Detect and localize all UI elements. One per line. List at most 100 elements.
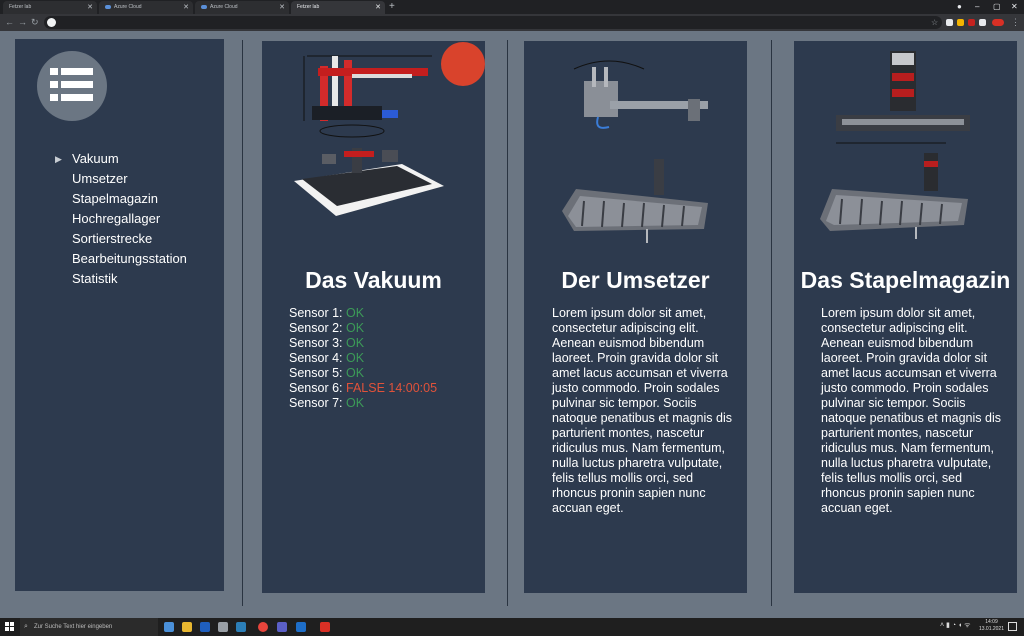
status-indicator-circle[interactable] (441, 42, 485, 86)
extension-icon[interactable] (957, 19, 964, 26)
search-icon: ⌕ (24, 623, 28, 630)
sidebar: ▶ Vakuum Umsetzer Stapelmagazin Hochrega… (15, 39, 224, 591)
sidebar-item-bearbeitungsstation[interactable]: Bearbeitungsstation (72, 249, 187, 269)
extension-icon[interactable] (979, 19, 986, 26)
clock[interactable]: 14:09 13.01.2021 (979, 619, 1004, 633)
sensor-status: OK (346, 396, 365, 410)
triangle-right-icon: ▶ (55, 154, 62, 164)
list-menu-icon[interactable] (37, 51, 107, 121)
sidebar-item-label: Statistik (72, 271, 118, 286)
close-window-button[interactable]: ✕ (1011, 0, 1018, 14)
app-icon[interactable] (296, 622, 306, 632)
menu-icon-part (50, 68, 58, 75)
store-icon[interactable] (218, 622, 228, 632)
transfer-unit-image (554, 51, 719, 251)
sidebar-item-umsetzer[interactable]: Umsetzer (72, 169, 187, 189)
sensor-row: Sensor 5: OK (289, 366, 469, 381)
close-icon[interactable]: ✕ (87, 1, 93, 14)
cloud-icon (105, 4, 111, 9)
sidebar-nav: ▶ Vakuum Umsetzer Stapelmagazin Hochrega… (55, 149, 187, 289)
sidebar-item-label: Umsetzer (72, 171, 128, 186)
sensor-label: Sensor 3: (289, 336, 343, 350)
sidebar-item-sortierstrecke[interactable]: Sortierstrecke (72, 229, 187, 249)
minimize-button[interactable]: – (975, 0, 979, 14)
os-taskbar: ⌕ Zur Suche Text hier eingeben ˄ ▮ ◔ ◖ ᯤ… (0, 618, 1024, 636)
sidebar-item-stapelmagazin[interactable]: Stapelmagazin (72, 189, 187, 209)
card-description: Lorem ipsum dolor sit amet, consectetur … (821, 306, 1001, 515)
extension-icon[interactable] (946, 19, 953, 26)
sensor-list: Sensor 1: OK Sensor 2: OK Sensor 3: OK S… (289, 306, 469, 411)
card-title: Das Vakuum (305, 267, 442, 293)
extension-icon[interactable] (968, 19, 975, 26)
column-divider (242, 40, 243, 606)
taskbar-search-input[interactable]: ⌕ Zur Suche Text hier eingeben (20, 618, 158, 636)
column-divider (771, 40, 772, 606)
sensor-label: Sensor 1: (289, 306, 343, 320)
clock-time: 14:09 (985, 619, 998, 625)
menu-icon-part (61, 81, 93, 88)
site-info-icon[interactable] (47, 18, 56, 27)
tab-label: Azure Cloud (114, 4, 142, 10)
close-icon[interactable]: ✕ (279, 1, 285, 14)
sensor-status: OK (346, 321, 365, 335)
sensor-label: Sensor 4: (289, 351, 343, 365)
reload-icon[interactable]: ↻ (31, 16, 39, 29)
task-view-icon[interactable] (164, 622, 174, 632)
card-vakuum: Das Vakuum Sensor 1: OK Sensor 2: OK Sen… (262, 41, 485, 593)
sidebar-item-vakuum[interactable]: ▶ Vakuum (55, 149, 187, 169)
menu-icon-part (61, 68, 93, 75)
sidebar-item-label: Vakuum (72, 151, 119, 166)
browser-tab[interactable]: Azure Cloud ✕ (99, 1, 193, 14)
sensor-label: Sensor 2: (289, 321, 343, 335)
sensor-status: OK (346, 336, 365, 350)
menu-icon-part (61, 94, 93, 101)
menu-icon-part (50, 81, 58, 88)
stacking-magazine-image (816, 49, 981, 249)
new-tab-button[interactable]: + (389, 0, 395, 14)
sidebar-item-statistik[interactable]: Statistik (72, 269, 187, 289)
sensor-row: Sensor 6: FALSE 14:00:05 (289, 381, 469, 396)
card-title: Der Umsetzer (561, 267, 710, 293)
chrome-icon[interactable] (258, 622, 268, 632)
file-explorer-icon[interactable] (182, 622, 192, 632)
address-bar[interactable] (44, 16, 942, 29)
sensor-row: Sensor 7: OK (289, 396, 469, 411)
maximize-button[interactable]: ▢ (993, 0, 1001, 14)
sensor-status: OK (346, 306, 365, 320)
windows-start-icon[interactable] (5, 622, 14, 631)
sidebar-item-hochregallager[interactable]: Hochregallager (72, 209, 187, 229)
teams-icon[interactable] (277, 622, 287, 632)
menu-icon-part (50, 94, 58, 101)
bookmark-star-icon[interactable]: ☆ (931, 16, 938, 29)
system-tray-icons[interactable]: ˄ ▮ ◔ ◖ ᯤ (940, 621, 971, 630)
vpn-app-icon[interactable] (200, 622, 210, 632)
sensor-row: Sensor 3: OK (289, 336, 469, 351)
browser-tab[interactable]: Fetzer lab ✕ (3, 1, 97, 14)
browser-tab-active[interactable]: Fetzer lab ✕ (291, 1, 385, 14)
sensor-row: Sensor 2: OK (289, 321, 469, 336)
tab-label: Fetzer lab (9, 4, 32, 10)
sidebar-item-label: Sortierstrecke (72, 231, 153, 246)
sensor-label: Sensor 6: (289, 381, 343, 395)
cloud-icon (201, 4, 207, 9)
search-placeholder: Zur Suche Text hier eingeben (34, 624, 113, 630)
forward-icon[interactable]: → (18, 16, 27, 29)
notification-icon[interactable] (1008, 622, 1017, 631)
tab-label: Azure Cloud (210, 4, 238, 10)
steam-icon[interactable] (236, 622, 246, 632)
profile-icon[interactable]: ● (957, 0, 962, 14)
browser-tab[interactable]: Azure Cloud ✕ (195, 1, 289, 14)
sidebar-item-label: Stapelmagazin (72, 191, 158, 206)
close-icon[interactable]: ✕ (183, 1, 189, 14)
sidebar-item-label: Hochregallager (72, 211, 161, 226)
sensor-status: OK (346, 351, 365, 365)
close-icon[interactable]: ✕ (375, 1, 381, 14)
sidebar-item-label: Bearbeitungsstation (72, 251, 187, 266)
back-icon[interactable]: ← (5, 16, 14, 29)
sensor-label: Sensor 5: (289, 366, 343, 380)
profile-avatar[interactable] (992, 19, 1004, 26)
sensor-status-error: FALSE 14:00:05 (346, 381, 438, 395)
more-menu-icon[interactable]: ⋮ (1011, 16, 1020, 29)
sensor-label: Sensor 7: (289, 396, 343, 410)
acrobat-icon[interactable] (320, 622, 330, 632)
